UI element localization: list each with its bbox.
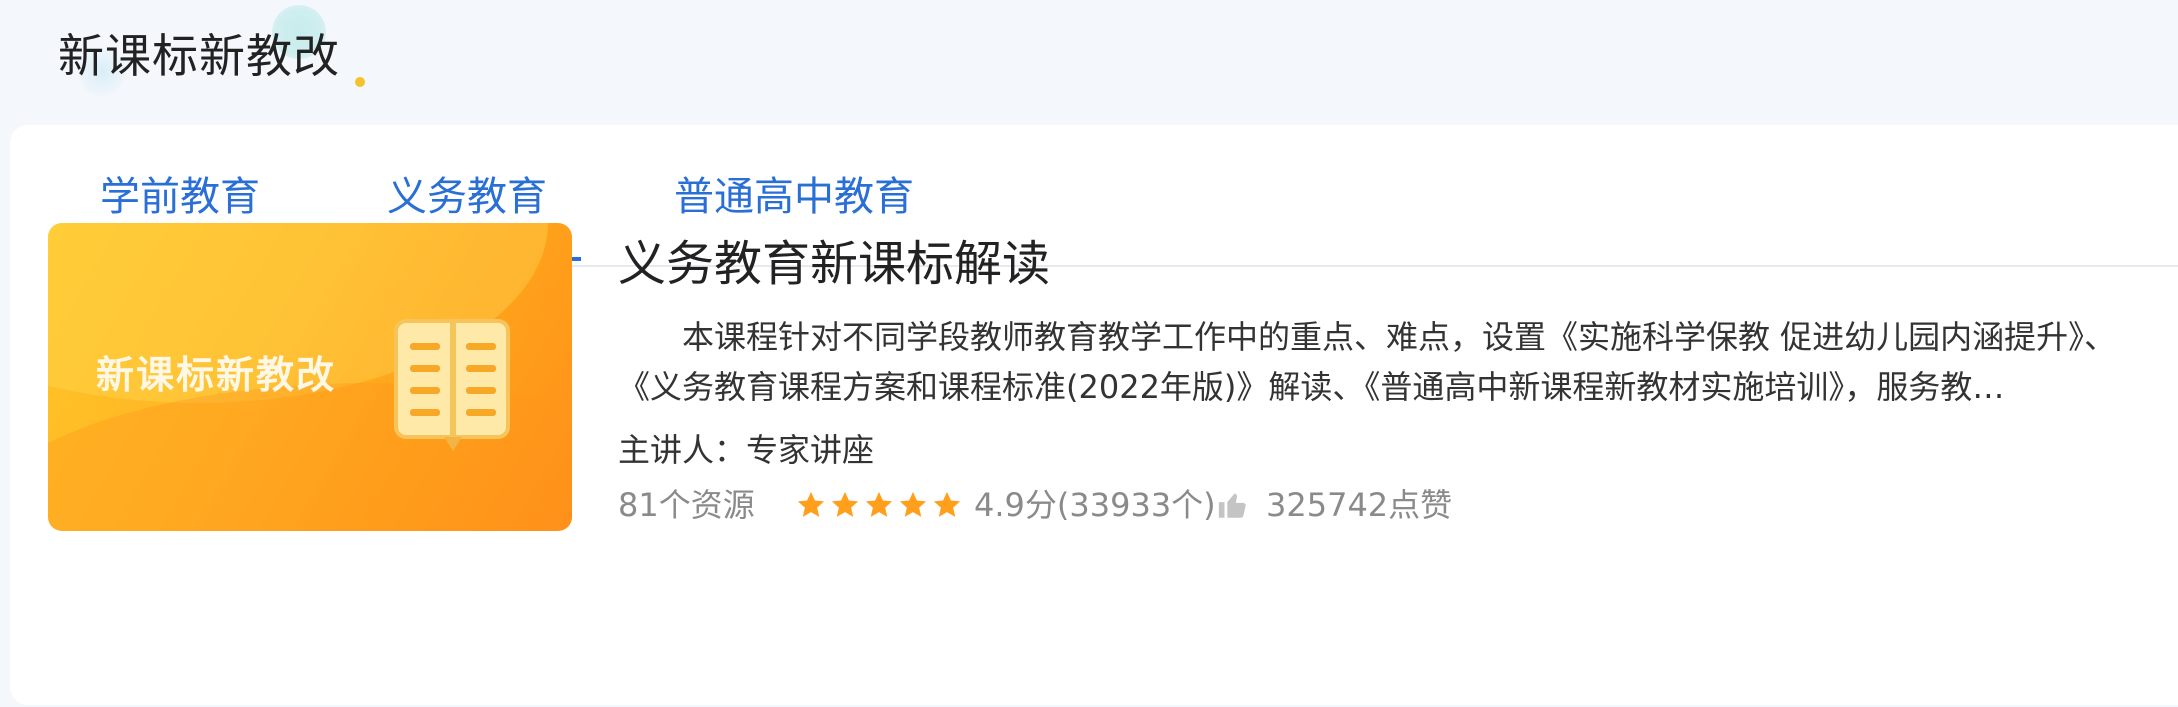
course-description: 本课程针对不同学段教师教育教学工作中的重点、难点，设置《实施科学保教 促进幼儿园… <box>618 318 2117 406</box>
star-icon <box>797 491 825 517</box>
decorative-dot <box>355 77 365 87</box>
page-title: 新课标新教改 <box>58 29 340 83</box>
thumbnail-text: 新课标新教改 <box>96 353 337 397</box>
course-thumbnail[interactable]: 新课标新教改 <box>48 223 572 531</box>
star-icon <box>831 491 859 517</box>
page-header: 新课标新教改 <box>0 0 2178 125</box>
tab-preschool[interactable]: 学前教育 <box>100 171 260 223</box>
star-icon <box>933 491 961 517</box>
like-count: 325742点赞 <box>1266 486 1453 524</box>
thumb-up-icon[interactable] <box>1216 488 1250 522</box>
tab-compulsory[interactable]: 义务教育 <box>353 171 581 261</box>
rating-text: 4.9分(33933个) <box>974 486 1216 524</box>
book-icon <box>394 319 510 451</box>
course-title[interactable]: 义务教育新课标解读 <box>618 232 1050 296</box>
course-speaker: 主讲人：专家讲座 <box>618 431 875 469</box>
star-icon <box>899 491 927 517</box>
resource-count: 81个资源 <box>618 486 755 524</box>
tab-high-school[interactable]: 普通高中教育 <box>674 171 914 223</box>
star-icon <box>865 491 893 517</box>
